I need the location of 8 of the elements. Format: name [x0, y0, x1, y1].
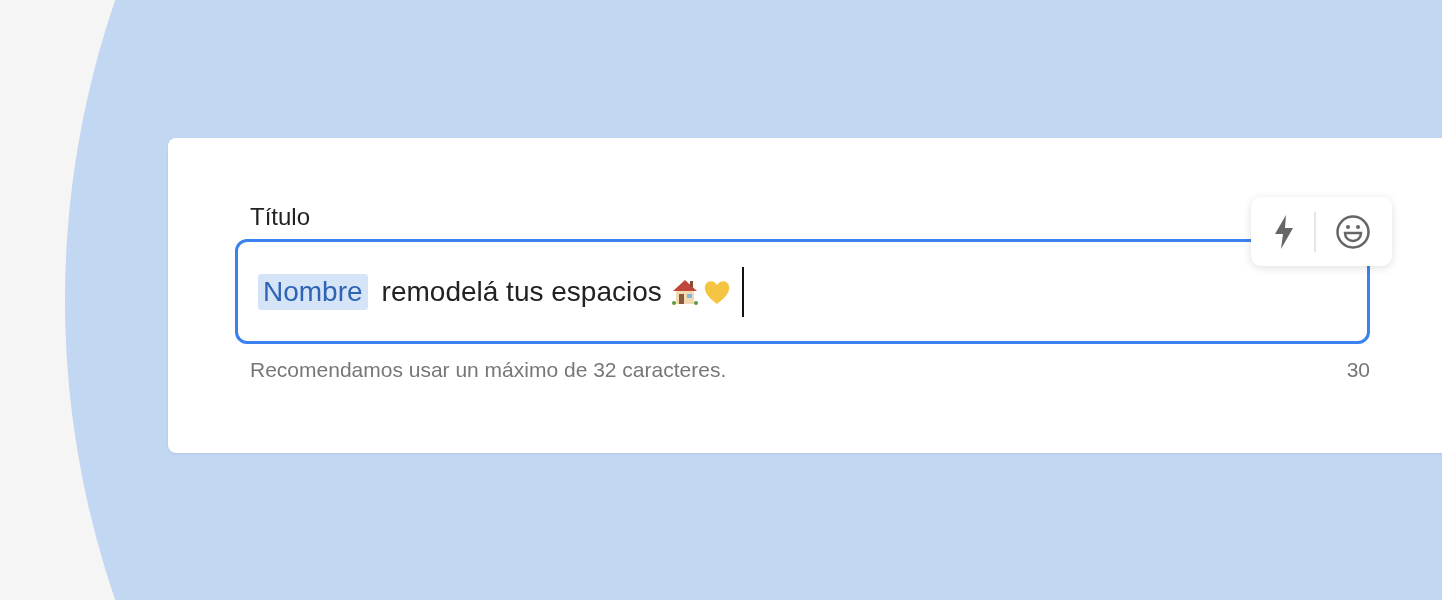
hint-text: Recomendamos usar un máximo de 32 caracteres.	[250, 358, 727, 382]
field-label: Título	[250, 203, 311, 231]
lightning-icon	[1272, 213, 1295, 250]
text-cursor	[741, 266, 744, 317]
smiley-icon	[1334, 213, 1371, 250]
input-value: remodelá tus espacios	[381, 275, 662, 308]
variable-token[interactable]: Nombre	[258, 273, 368, 310]
character-counter: 30	[1346, 358, 1370, 382]
